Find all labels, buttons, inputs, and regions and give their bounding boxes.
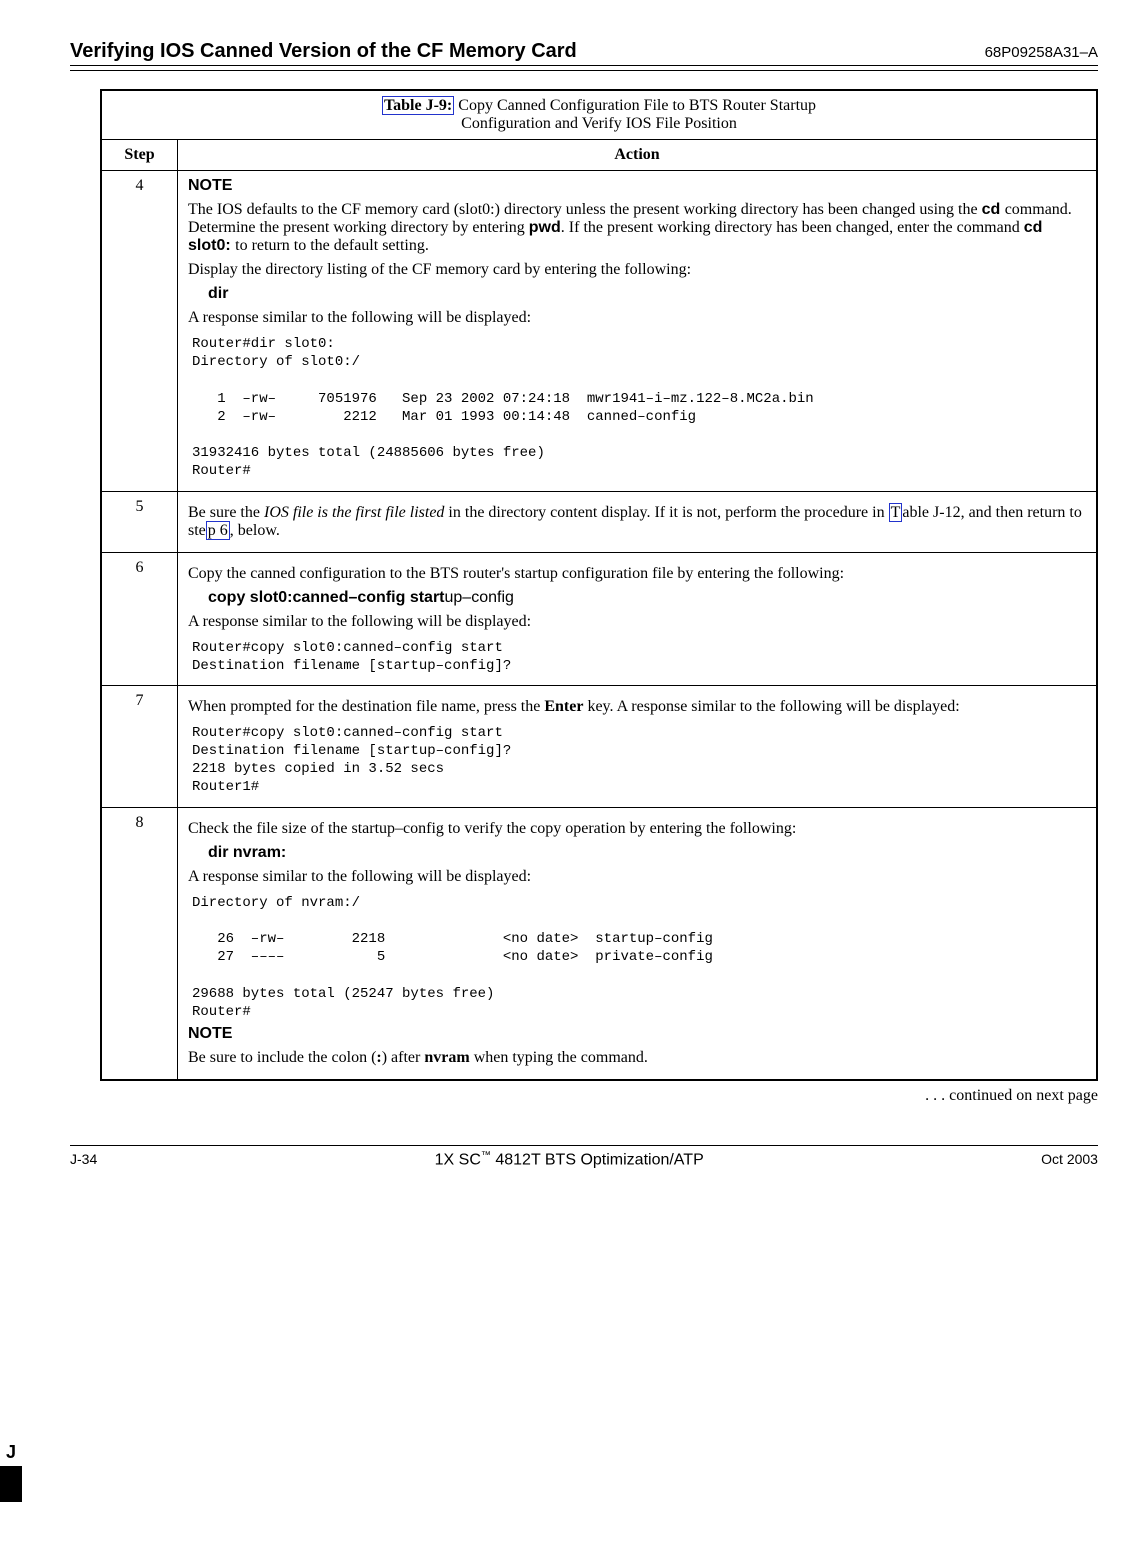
paragraph: Copy the canned configuration to the BTS… xyxy=(188,565,1086,583)
table-row: 5 Be sure the IOS file is the first file… xyxy=(101,491,1097,552)
table-caption: Table J-9: Copy Canned Configuration Fil… xyxy=(101,90,1097,140)
paragraph: A response similar to the following will… xyxy=(188,868,1086,886)
terminal-output: Directory of nvram:/ 26 –rw– 2218 <no da… xyxy=(192,894,1086,1021)
xref-link-table[interactable]: T xyxy=(889,503,903,522)
side-tab: J xyxy=(0,1438,22,1502)
text: when typing the command. xyxy=(470,1049,648,1066)
table-row: 8 Check the file size of the startup–con… xyxy=(101,807,1097,1080)
step-action: Check the file size of the startup–confi… xyxy=(178,807,1098,1080)
terminal-output: Router#dir slot0: Directory of slot0:/ 1… xyxy=(192,335,1086,481)
paragraph: A response similar to the following will… xyxy=(188,309,1086,327)
col-header-action: Action xyxy=(178,140,1098,171)
table-label: Table J-9: xyxy=(384,97,452,114)
text: ) after xyxy=(382,1049,425,1066)
text: . If the present working directory has b… xyxy=(561,219,1024,236)
command-dir-nvram: dir nvram: xyxy=(208,844,1086,862)
note-label: NOTE xyxy=(188,177,232,194)
header-rule xyxy=(70,70,1098,71)
step-number: 8 xyxy=(101,807,178,1080)
footer-page: J-34 xyxy=(70,1151,97,1167)
paragraph: Check the file size of the startup–confi… xyxy=(188,820,1086,838)
text: up–config xyxy=(445,589,514,606)
command-dir: dir xyxy=(208,285,1086,303)
note-label: NOTE xyxy=(188,1025,232,1042)
text: key. A response similar to the following… xyxy=(583,698,959,715)
side-black-block xyxy=(0,1466,22,1502)
text: Be sure to include the colon ( xyxy=(188,1049,376,1066)
caption-line2: Configuration and Verify IOS File Positi… xyxy=(461,115,737,132)
header-title: Verifying IOS Canned Version of the CF M… xyxy=(70,40,577,63)
paragraph: Be sure to include the colon (:) after n… xyxy=(188,1049,1086,1067)
command-copy: copy slot0:canned–config startup–config xyxy=(208,589,1086,607)
trademark-symbol: ™ xyxy=(481,1150,491,1161)
step-action: Be sure the IOS file is the first file l… xyxy=(178,491,1098,552)
cmd-pwd: pwd xyxy=(529,219,561,236)
table-label-link[interactable]: Table J-9: xyxy=(382,96,454,115)
paragraph: When prompted for the destination file n… xyxy=(188,698,1086,716)
footer-date: Oct 2003 xyxy=(1041,1151,1098,1167)
text: The IOS defaults to the CF memory card (… xyxy=(188,201,982,218)
paragraph: Display the directory listing of the CF … xyxy=(188,261,1086,279)
terminal-output: Router#copy slot0:canned–config start De… xyxy=(192,639,1086,675)
caption-line1: Copy Canned Configuration File to BTS Ro… xyxy=(454,97,816,114)
col-header-step: Step xyxy=(101,140,178,171)
text: 4812T BTS Optimization/ATP xyxy=(491,1151,704,1168)
page-header: Verifying IOS Canned Version of the CF M… xyxy=(70,40,1098,66)
continued-note: . . . continued on next page xyxy=(70,1087,1098,1105)
table-row: 4 NOTE The IOS defaults to the CF memory… xyxy=(101,171,1097,492)
nvram-bold: nvram xyxy=(424,1049,469,1066)
text: Be sure the xyxy=(188,504,264,521)
text: When prompted for the destination file n… xyxy=(188,698,544,715)
paragraph: The IOS defaults to the CF memory card (… xyxy=(188,201,1086,255)
step-number: 5 xyxy=(101,491,178,552)
xref-link-step[interactable]: p 6 xyxy=(206,521,230,540)
text: copy slot0:canned–config start xyxy=(208,589,445,606)
page-footer: J-34 1X SC™ 4812T BTS Optimization/ATP O… xyxy=(70,1145,1098,1169)
step-number: 6 xyxy=(101,552,178,685)
terminal-output: Router#copy slot0:canned–config start De… xyxy=(192,724,1086,797)
cmd-cd: cd xyxy=(982,201,1005,218)
table-row: 6 Copy the canned configuration to the B… xyxy=(101,552,1097,685)
paragraph: Be sure the IOS file is the first file l… xyxy=(188,504,1086,540)
header-docnum: 68P09258A31–A xyxy=(985,44,1098,61)
step-action: Copy the canned configuration to the BTS… xyxy=(178,552,1098,685)
side-letter: J xyxy=(0,1438,22,1466)
step-action: NOTE The IOS defaults to the CF memory c… xyxy=(178,171,1098,492)
procedure-table: Table J-9: Copy Canned Configuration Fil… xyxy=(100,89,1098,1081)
footer-title: 1X SC™ 4812T BTS Optimization/ATP xyxy=(435,1150,704,1169)
paragraph: A response similar to the following will… xyxy=(188,613,1086,631)
italic-text: IOS file is the first file listed xyxy=(264,504,444,521)
table-row: 7 When prompted for the destination file… xyxy=(101,685,1097,807)
text: to return to the default setting. xyxy=(235,237,429,254)
enter-key: Enter xyxy=(544,698,583,715)
step-number: 7 xyxy=(101,685,178,807)
text: in the directory content display. If it … xyxy=(444,504,888,521)
step-action: When prompted for the destination file n… xyxy=(178,685,1098,807)
text: 1X SC xyxy=(435,1151,481,1168)
text: , below. xyxy=(230,522,280,539)
step-number: 4 xyxy=(101,171,178,492)
